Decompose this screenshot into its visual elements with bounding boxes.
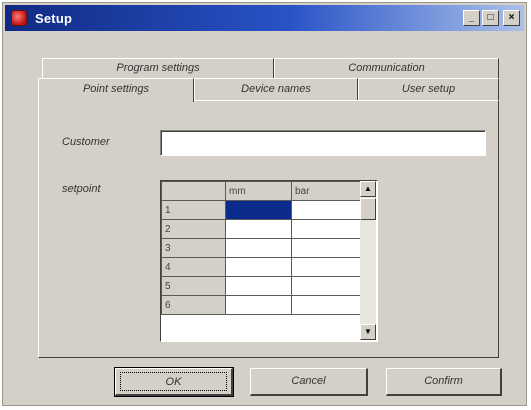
title-buttons: _ □ × [463, 10, 520, 26]
grid-cell[interactable] [225, 257, 292, 277]
grid-cell[interactable] [225, 238, 292, 258]
grid-column-header-mm[interactable]: mm [225, 181, 292, 201]
customer-label: Customer [62, 136, 110, 148]
title-bar[interactable]: Setup _ □ × [5, 5, 524, 31]
tab-program-settings[interactable]: Program settings [42, 58, 274, 78]
tab-label: Communication [348, 62, 425, 74]
table-row: 3 [161, 238, 362, 258]
grid-cell-selected[interactable] [225, 200, 292, 220]
grid-cell[interactable] [291, 276, 362, 296]
cancel-button[interactable]: Cancel [250, 368, 368, 396]
table-row: 1 [161, 200, 362, 220]
grid-row-header[interactable]: 2 [161, 219, 226, 239]
tab-label: Device names [241, 83, 311, 95]
grid-row-header[interactable]: 6 [161, 295, 226, 315]
grid-corner-header [161, 181, 226, 201]
grid-cell[interactable] [225, 295, 292, 315]
grid-cell[interactable] [225, 219, 292, 239]
window-title: Setup [35, 10, 73, 26]
tab-label: Point settings [82, 83, 150, 95]
grid-row-header[interactable]: 4 [161, 257, 226, 277]
table-row: 6 [161, 295, 362, 315]
grid-cell[interactable] [291, 200, 362, 220]
ok-button[interactable]: OK [114, 367, 234, 397]
customer-input[interactable] [160, 130, 486, 156]
setpoint-label: setpoint [62, 183, 101, 195]
grid-cell[interactable] [291, 219, 362, 239]
confirm-button[interactable]: Confirm [386, 368, 502, 396]
grid-cell[interactable] [291, 257, 362, 277]
grid-cell[interactable] [291, 238, 362, 258]
ok-button-label: OK [120, 372, 227, 391]
grid-cell[interactable] [225, 276, 292, 296]
tab-label: Program settings [116, 62, 200, 74]
tab-user-setup[interactable]: User setup [358, 78, 499, 100]
grid-cell[interactable] [291, 295, 362, 315]
app-icon [11, 10, 27, 26]
minimize-button[interactable]: _ [463, 10, 480, 26]
grid-vertical-scrollbar[interactable]: ▲ ▼ [360, 181, 376, 340]
scroll-down-arrow-icon[interactable]: ▼ [360, 324, 376, 340]
scroll-up-arrow-icon[interactable]: ▲ [360, 181, 376, 197]
grid-column-header-bar[interactable]: bar [291, 181, 362, 201]
grid-row-header[interactable]: 5 [161, 276, 226, 296]
tab-device-names[interactable]: Device names [194, 78, 358, 100]
grid-row-header[interactable]: 1 [161, 200, 226, 220]
grid-header-row: mm bar [161, 181, 362, 201]
maximize-button[interactable]: □ [482, 10, 499, 26]
close-button[interactable]: × [503, 10, 520, 26]
table-row: 4 [161, 257, 362, 277]
tab-communication[interactable]: Communication [274, 58, 499, 78]
tab-label: User setup [401, 83, 456, 95]
tab-point-settings[interactable]: Point settings [38, 78, 194, 102]
scrollbar-thumb[interactable] [360, 198, 376, 220]
table-row: 2 [161, 219, 362, 239]
setpoint-grid[interactable]: mm bar 1 2 3 4 5 6 [160, 180, 378, 342]
grid-row-header[interactable]: 3 [161, 238, 226, 258]
table-row: 5 [161, 276, 362, 296]
